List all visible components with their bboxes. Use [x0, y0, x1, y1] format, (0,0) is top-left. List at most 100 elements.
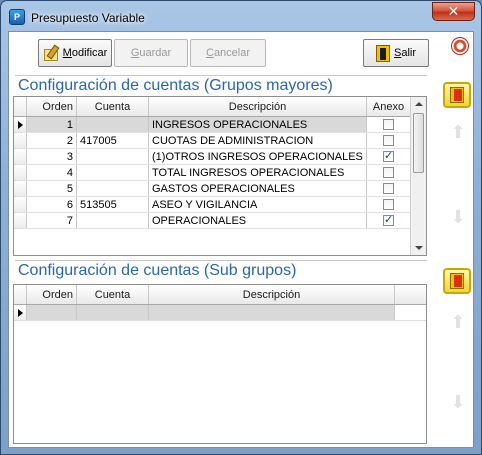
anexo-checkbox[interactable]: [383, 149, 394, 162]
cell-cuenta[interactable]: [77, 181, 149, 196]
cell-cuenta[interactable]: [77, 213, 149, 228]
anexo-checkbox[interactable]: [383, 167, 394, 178]
anexo-checkbox[interactable]: [383, 135, 394, 146]
cell-cuenta[interactable]: [77, 117, 149, 132]
table-row[interactable]: 2 417005 CUOTAS DE ADMINISTRACION: [14, 133, 426, 149]
col-anexo[interactable]: Anexo: [367, 97, 411, 116]
divider: [15, 260, 427, 261]
scroll-up-icon[interactable]: [415, 102, 423, 106]
cell-cuenta[interactable]: [77, 149, 149, 164]
row-indicator-cell: [14, 213, 27, 228]
col-orden[interactable]: Orden: [27, 285, 77, 304]
arrow-down-icon[interactable]: ⬇: [448, 392, 468, 412]
exit-row-icon: [450, 273, 464, 289]
cell-cuenta[interactable]: 417005: [77, 133, 149, 148]
section-title-grupos-mayores: Configuración de cuentas (Grupos mayores…: [18, 77, 333, 94]
cell-orden[interactable]: 5: [27, 181, 77, 196]
table-row[interactable]: 7 OPERACIONALES: [14, 213, 426, 229]
grid-header: Orden Cuenta Descripción: [14, 285, 426, 305]
title-bar[interactable]: P Presupuesto Variable ✕: [1, 1, 481, 31]
cell-anexo: [367, 133, 411, 148]
arrow-up-icon[interactable]: ⬆: [448, 122, 468, 142]
col-orden[interactable]: Orden: [27, 97, 77, 116]
cell-cuenta[interactable]: 513505: [77, 197, 149, 212]
row-pointer-icon: [17, 120, 23, 129]
cell-orden[interactable]: 6: [27, 197, 77, 212]
close-button[interactable]: ✕: [432, 2, 475, 21]
table-row[interactable]: 5 GASTOS OPERACIONALES: [14, 181, 426, 197]
cell-descripcion[interactable]: TOTAL INGRESOS OPERACIONALES: [149, 165, 367, 180]
cell-anexo: [367, 181, 411, 196]
window-title: Presupuesto Variable: [31, 11, 145, 25]
window: P Presupuesto Variable ✕ Modificar Guard…: [0, 0, 482, 455]
cell-anexo: [367, 117, 411, 132]
cell-descripcion[interactable]: [149, 305, 395, 320]
col-cuenta[interactable]: Cuenta: [77, 285, 149, 304]
cell-descripcion[interactable]: INGRESOS OPERACIONALES: [149, 117, 367, 132]
cell-orden[interactable]: 4: [27, 165, 77, 180]
cell-cuenta[interactable]: [77, 165, 149, 180]
help-lifebuoy-icon[interactable]: [451, 37, 469, 55]
cell-anexo: [367, 165, 411, 180]
client-area: Modificar Guardar Cancelar Salir Configu…: [8, 31, 474, 448]
cancelar-label: Cancelar: [205, 47, 251, 59]
cell-anexo: [367, 197, 411, 212]
cell-descripcion[interactable]: (1)OTROS INGRESOS OPERACIONALES: [149, 149, 367, 164]
row-indicator-cell: [14, 149, 27, 164]
vertical-scrollbar[interactable]: [410, 97, 426, 255]
modificar-label: Modificar: [62, 47, 108, 59]
scroll-thumb[interactable]: [413, 113, 424, 173]
anexo-checkbox[interactable]: [383, 183, 394, 194]
row-indicator-cell: [14, 133, 27, 148]
table-row[interactable]: 3 (1)OTROS INGRESOS OPERACIONALES: [14, 149, 426, 165]
row-indicator-cell: [14, 305, 27, 320]
salir-label: Salir: [393, 47, 416, 59]
col-cuenta[interactable]: Cuenta: [77, 97, 149, 116]
exit-row-button-2[interactable]: [443, 268, 471, 294]
anexo-checkbox[interactable]: [383, 119, 394, 130]
cell-orden[interactable]: 1: [27, 117, 77, 132]
grupos-mayores-grid[interactable]: Orden Cuenta Descripción Anexo 1 INGRESOS…: [13, 96, 427, 256]
col-descripcion[interactable]: Descripción: [149, 97, 367, 116]
cell-orden[interactable]: [27, 305, 77, 320]
cell-orden[interactable]: 7: [27, 213, 77, 228]
row-header-corner: [14, 285, 27, 304]
arrow-down-icon[interactable]: ⬇: [448, 207, 468, 227]
row-header-corner: [14, 97, 27, 116]
guardar-button[interactable]: Guardar: [114, 39, 188, 67]
table-row[interactable]: 4 TOTAL INGRESOS OPERACIONALES: [14, 165, 426, 181]
row-indicator-cell: [14, 165, 27, 180]
cell-anexo: [367, 213, 411, 228]
col-descripcion[interactable]: Descripción: [149, 285, 395, 304]
exit-row-button-1[interactable]: [443, 82, 471, 108]
exit-door-icon: [375, 44, 390, 62]
cell-descripcion[interactable]: CUOTAS DE ADMINISTRACION: [149, 133, 367, 148]
modificar-button[interactable]: Modificar: [38, 39, 112, 67]
row-indicator-cell: [14, 117, 27, 132]
arrow-up-icon[interactable]: ⬆: [448, 312, 468, 332]
grid-header: Orden Cuenta Descripción Anexo: [14, 97, 426, 117]
cell-orden[interactable]: 2: [27, 133, 77, 148]
cell-cuenta[interactable]: [77, 305, 149, 320]
row-indicator-cell: [14, 181, 27, 196]
pencil-icon: [43, 45, 59, 61]
table-row[interactable]: 1 INGRESOS OPERACIONALES: [14, 117, 426, 133]
table-row-new[interactable]: [14, 305, 426, 321]
salir-button[interactable]: Salir: [363, 39, 429, 67]
guardar-label: Guardar: [130, 47, 172, 59]
anexo-checkbox[interactable]: [383, 199, 394, 210]
cell-anexo: [367, 149, 411, 164]
scroll-down-icon[interactable]: [415, 246, 423, 250]
table-row[interactable]: 6 513505 ASEO Y VIGILANCIA: [14, 197, 426, 213]
sub-grupos-grid[interactable]: Orden Cuenta Descripción: [13, 284, 427, 444]
anexo-checkbox[interactable]: [383, 213, 394, 226]
cell-descripcion[interactable]: OPERACIONALES: [149, 213, 367, 228]
app-icon: P: [9, 9, 25, 25]
cancelar-button[interactable]: Cancelar: [190, 39, 266, 67]
grid-body: 1 INGRESOS OPERACIONALES 2 417005 CUOTAS DE …: [14, 117, 426, 229]
cell-descripcion[interactable]: ASEO Y VIGILANCIA: [149, 197, 367, 212]
row-pointer-icon: [17, 308, 23, 317]
cell-orden[interactable]: 3: [27, 149, 77, 164]
cell-descripcion[interactable]: GASTOS OPERACIONALES: [149, 181, 367, 196]
divider: [15, 75, 427, 76]
